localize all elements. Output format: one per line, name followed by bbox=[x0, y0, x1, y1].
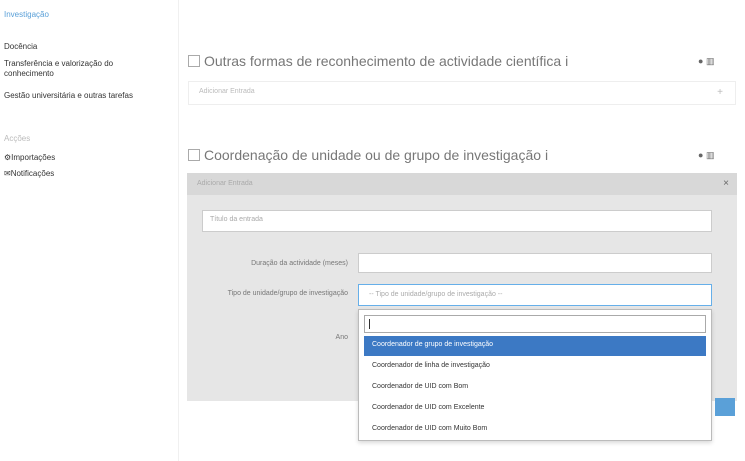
checkbox-icon[interactable] bbox=[188, 149, 200, 161]
inbox-icon: ✉ bbox=[4, 169, 11, 178]
sidebar-action-label: Importações bbox=[11, 153, 56, 162]
add-entry-label: Adicionar Entrada bbox=[199, 88, 255, 95]
sidebar-item-investigacao[interactable]: Investigação bbox=[4, 10, 49, 20]
sidebar-action-label: Notificações bbox=[10, 169, 55, 178]
dropdown-option[interactable]: Coordenador de UID com Muito Bom bbox=[364, 420, 706, 440]
panel-header-label: Adicionar Entrada bbox=[197, 180, 253, 187]
info-marker: i bbox=[565, 53, 569, 69]
panel-header: Adicionar Entrada × bbox=[187, 173, 737, 195]
duration-input[interactable] bbox=[358, 253, 712, 273]
section-tools: ● ▥ bbox=[698, 56, 714, 67]
chart-icon[interactable]: ▥ bbox=[706, 150, 715, 160]
unit-type-dropdown: Coordenador de grupo de investigação Coo… bbox=[358, 309, 712, 441]
sidebar-section-label: Acções bbox=[4, 134, 31, 143]
section-title-text: Coordenação de unidade ou de grupo de in… bbox=[204, 147, 542, 163]
sidebar-item-transferencia[interactable]: Transferência e valorização do conhecime… bbox=[4, 59, 164, 79]
dropdown-option[interactable]: Coordenador de UID com Bom bbox=[364, 378, 706, 398]
add-entry-row[interactable]: Adicionar Entrada + bbox=[188, 81, 736, 105]
sidebar: Investigação Docência Transferência e va… bbox=[0, 0, 178, 461]
eye-icon[interactable]: ● bbox=[698, 56, 703, 66]
sidebar-item-gestao[interactable]: Gestão universitária e outras tarefas bbox=[4, 91, 154, 101]
close-icon[interactable]: × bbox=[723, 178, 729, 189]
save-button[interactable] bbox=[715, 398, 735, 416]
dropdown-search-input[interactable] bbox=[364, 315, 706, 333]
unit-type-select[interactable]: -- Tipo de unidade/grupo de investigação… bbox=[358, 284, 712, 306]
text-caret bbox=[369, 319, 370, 329]
year-label: Ano bbox=[335, 334, 348, 341]
sidebar-action-importacoes[interactable]: ⚙Importações bbox=[4, 153, 55, 162]
info-marker: i bbox=[544, 147, 549, 163]
plus-icon[interactable]: + bbox=[717, 87, 723, 98]
checkbox-icon[interactable] bbox=[188, 55, 200, 67]
section-title-coordenacao: Coordenação de unidade ou de grupo de in… bbox=[188, 147, 548, 163]
sidebar-action-notificacoes[interactable]: ✉Notificações bbox=[4, 169, 54, 178]
chart-icon[interactable]: ▥ bbox=[706, 56, 715, 66]
title-input[interactable]: Título da entrada bbox=[202, 210, 712, 232]
section-title-text: Outras formas de reconhecimento de activ… bbox=[204, 53, 562, 69]
sidebar-item-docencia[interactable]: Docência bbox=[4, 42, 37, 52]
unit-type-label: Tipo de unidade/grupo de investigação bbox=[227, 290, 348, 297]
dropdown-option[interactable]: Coordenador de grupo de investigação bbox=[364, 336, 706, 356]
dropdown-option[interactable]: Coordenador de UID com Excelente bbox=[364, 399, 706, 419]
dropdown-option[interactable]: Coordenador de linha de investigação bbox=[364, 357, 706, 377]
sidebar-divider bbox=[178, 0, 179, 461]
section-title-outras-formas: Outras formas de reconhecimento de activ… bbox=[188, 53, 568, 69]
section-tools: ● ▥ bbox=[698, 150, 714, 161]
eye-icon[interactable]: ● bbox=[698, 150, 703, 160]
duration-label: Duração da actividade (meses) bbox=[251, 260, 348, 267]
